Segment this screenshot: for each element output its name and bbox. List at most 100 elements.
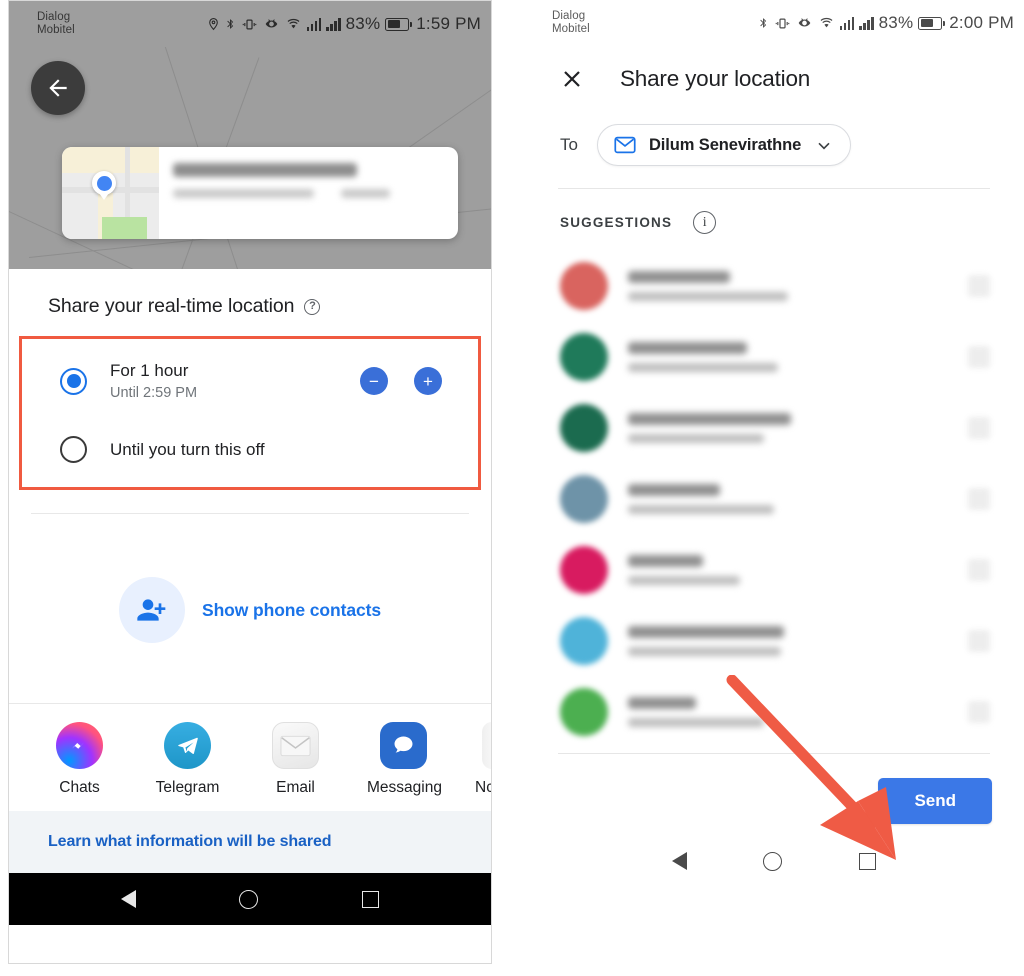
close-button[interactable] bbox=[560, 67, 584, 91]
contact-select-checkbox[interactable] bbox=[968, 416, 990, 439]
nav-recents-icon[interactable] bbox=[362, 890, 380, 908]
radio-labels: For 1 hour Until 2:59 PM bbox=[110, 361, 360, 401]
telegram-icon bbox=[164, 722, 211, 769]
vibrate-icon bbox=[774, 16, 791, 31]
location-card-text bbox=[159, 147, 458, 239]
person-add-icon-wrap bbox=[119, 577, 186, 643]
increase-duration-button[interactable]: + bbox=[414, 367, 442, 395]
help-icon[interactable]: ? bbox=[304, 298, 321, 315]
contact-select-checkbox[interactable] bbox=[968, 345, 990, 368]
sheet-title-row: Share your real-time location ? bbox=[9, 269, 491, 336]
share-target-label: Chats bbox=[59, 779, 100, 796]
left-phone-screenshot: Dialog Mobitel 83% 1:59 PM Share your re… bbox=[8, 0, 492, 964]
contact-select-checkbox[interactable] bbox=[968, 558, 990, 581]
nav-back-icon[interactable] bbox=[120, 890, 136, 908]
left-status-bar: Dialog Mobitel 83% 1:59 PM bbox=[9, 1, 491, 47]
nav-home-icon[interactable] bbox=[239, 889, 259, 909]
share-target-notes[interactable]: Nc bbox=[475, 722, 491, 797]
contact-select-checkbox[interactable] bbox=[968, 629, 990, 652]
carrier-line-1: Dialog bbox=[552, 9, 586, 22]
plus-icon: + bbox=[423, 371, 433, 391]
share-target-email[interactable]: Email bbox=[259, 722, 332, 797]
list-item[interactable] bbox=[524, 534, 1024, 605]
status-icons: 83% 2:00 PM bbox=[758, 13, 1014, 33]
carrier-line-2: Mobitel bbox=[552, 23, 590, 35]
blurred-place-meta bbox=[341, 189, 390, 198]
status-icons: 83% 1:59 PM bbox=[207, 14, 481, 34]
radio-until-turned-off[interactable] bbox=[60, 436, 87, 463]
chevron-down-icon bbox=[818, 142, 830, 150]
list-item[interactable] bbox=[524, 605, 1024, 676]
contact-text bbox=[628, 412, 968, 443]
signal-bars-icon bbox=[839, 16, 855, 30]
carrier-line-1: Dialog bbox=[37, 10, 71, 23]
nav-home-icon[interactable] bbox=[763, 851, 783, 871]
chat-bubble-icon bbox=[380, 722, 427, 769]
contact-text bbox=[628, 483, 968, 514]
carrier-line-2: Mobitel bbox=[37, 24, 75, 36]
avatar bbox=[560, 687, 608, 736]
arrow-back-icon bbox=[49, 79, 67, 97]
learn-more-link[interactable]: Learn what information will be shared bbox=[9, 811, 491, 873]
show-contacts-label: Show phone contacts bbox=[202, 599, 381, 620]
show-phone-contacts-button[interactable]: Show phone contacts bbox=[9, 514, 491, 703]
status-clock: 2:00 PM bbox=[949, 13, 1014, 32]
recipient-chip[interactable]: Dilum Senevirathne bbox=[596, 124, 852, 166]
vibrate-icon bbox=[241, 17, 258, 32]
share-target-telegram[interactable]: Telegram bbox=[151, 722, 224, 797]
duration-option-row-2[interactable]: Until you turn this off bbox=[22, 436, 478, 463]
battery-icon bbox=[385, 17, 413, 31]
nav-recents-icon[interactable] bbox=[858, 852, 876, 870]
battery-percent: 83% bbox=[345, 14, 381, 33]
duration-option-row[interactable]: For 1 hour Until 2:59 PM − + bbox=[22, 361, 478, 401]
notes-icon bbox=[481, 722, 491, 769]
contact-select-checkbox[interactable] bbox=[968, 487, 990, 510]
carrier-name: Dialog Mobitel bbox=[552, 10, 590, 36]
decrease-duration-button[interactable]: − bbox=[360, 367, 388, 395]
signal-bars-icon-2 bbox=[859, 16, 874, 30]
contact-select-checkbox[interactable] bbox=[968, 274, 990, 297]
page-title: Share your location bbox=[620, 66, 811, 91]
contact-text bbox=[628, 270, 968, 301]
contact-text bbox=[628, 341, 968, 372]
suggestions-label: SUGGESTIONS bbox=[560, 215, 673, 230]
minus-icon: − bbox=[369, 371, 379, 391]
share-target-label: Email bbox=[276, 779, 315, 796]
avatar bbox=[560, 545, 608, 594]
avatar bbox=[560, 261, 608, 310]
share-target-chats[interactable]: Chats bbox=[43, 722, 116, 797]
radio-for-one-hour[interactable] bbox=[60, 367, 87, 395]
contact-text bbox=[628, 696, 968, 727]
list-item[interactable] bbox=[524, 250, 1024, 321]
map-thumbnail bbox=[62, 147, 159, 239]
screenshot-canvas: Dialog Mobitel 83% 1:59 PM Share your re… bbox=[0, 0, 1024, 976]
messenger-icon bbox=[56, 722, 103, 769]
contact-select-checkbox[interactable] bbox=[968, 700, 990, 723]
carrier-name: Dialog Mobitel bbox=[37, 11, 75, 37]
list-item[interactable] bbox=[524, 392, 1024, 463]
envelope-icon bbox=[272, 722, 319, 769]
info-icon[interactable]: i bbox=[693, 211, 717, 234]
send-bar: Send bbox=[524, 754, 1024, 830]
signal-bars-icon bbox=[306, 17, 322, 31]
person-add-icon bbox=[137, 599, 166, 621]
location-preview-card[interactable] bbox=[62, 147, 458, 239]
radio-labels-2: Until you turn this off bbox=[110, 440, 454, 460]
share-targets-row: Chats Telegram Email Messaging N bbox=[9, 704, 491, 811]
back-button[interactable] bbox=[31, 61, 85, 115]
nav-back-icon[interactable] bbox=[672, 852, 688, 870]
list-item[interactable] bbox=[524, 676, 1024, 747]
wifi-icon bbox=[285, 17, 302, 31]
share-target-messaging[interactable]: Messaging bbox=[367, 722, 442, 797]
person-pin-icon bbox=[92, 171, 116, 195]
duration-option-label-2: Until you turn this off bbox=[110, 439, 265, 459]
avatar bbox=[560, 474, 608, 523]
map-preview-area[interactable] bbox=[9, 47, 491, 269]
blurred-place-address bbox=[173, 189, 314, 198]
send-button[interactable]: Send bbox=[878, 778, 992, 824]
duration-option-label: For 1 hour bbox=[110, 361, 189, 380]
list-item[interactable] bbox=[524, 321, 1024, 392]
wifi-icon bbox=[818, 16, 835, 30]
list-item[interactable] bbox=[524, 463, 1024, 534]
